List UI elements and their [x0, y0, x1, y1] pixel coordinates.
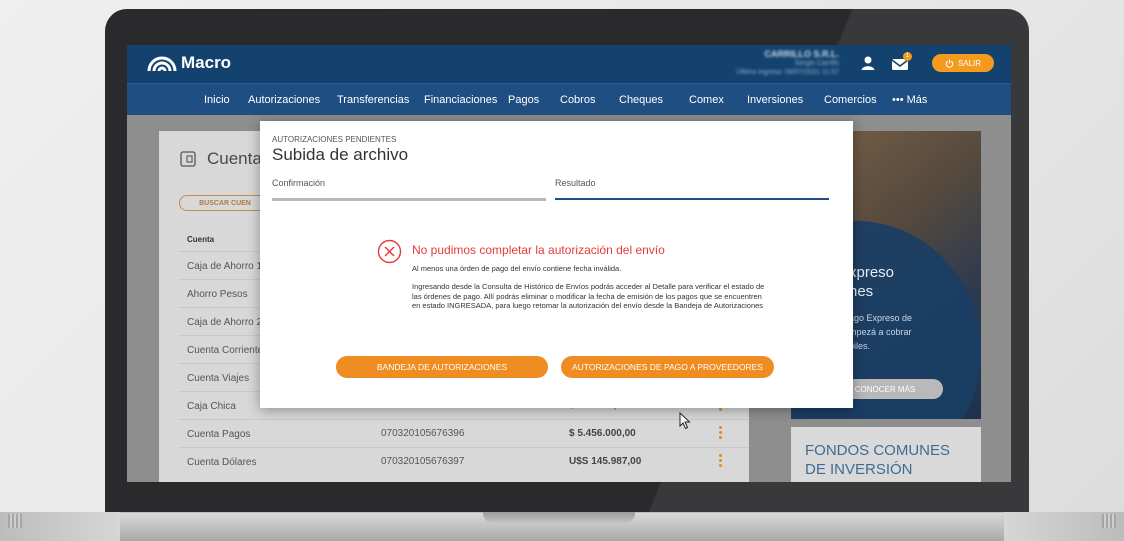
account-balance: $ 5.456.000,00	[569, 428, 636, 439]
promo-description: ago Expreso de mpezá a cobrar biles.	[849, 311, 912, 353]
row-menu-icon[interactable]	[719, 454, 723, 470]
promo-title-line: nes	[849, 283, 874, 300]
nav-item-autorizaciones[interactable]: Autorizaciones	[248, 94, 320, 106]
fondos-title: FONDOS COMUNES DE INVERSIÓN	[805, 441, 950, 479]
step-resultado-bar	[555, 198, 829, 200]
autorizaciones-proveedores-button[interactable]: AUTORIZACIONES DE PAGO A PROVEEDORES	[561, 356, 774, 378]
column-header-cuenta: Cuenta	[187, 235, 215, 244]
nav-item-inicio[interactable]: Inicio	[204, 94, 230, 106]
macro-logo-icon	[147, 56, 177, 72]
upload-result-modal: AUTORIZACIONES PENDIENTES Subida de arch…	[260, 121, 853, 408]
account-number: 070320105676397	[381, 456, 465, 467]
nav-item-cheques[interactable]: Cheques	[619, 94, 663, 106]
power-icon	[945, 58, 954, 68]
user-info: CARRILLO S.R.L. Sergio Carrillo Último i…	[729, 50, 839, 77]
user-icon[interactable]	[859, 54, 877, 72]
table-row[interactable]: Cuenta Pagos 070320105676396 $ 5.456.000…	[179, 419, 749, 447]
account-name: Caja de Ahorro 2	[187, 317, 263, 328]
account-name: Cuenta Viajes	[187, 373, 250, 384]
row-menu-icon[interactable]	[719, 426, 723, 442]
modal-eyebrow: AUTORIZACIONES PENDIENTES	[272, 135, 397, 144]
promo-desc-line: biles.	[849, 341, 871, 351]
promo-title-line: xpreso	[849, 264, 895, 281]
account-icon	[180, 151, 196, 167]
step-confirmacion: Confirmación	[272, 178, 326, 188]
mouse-cursor-icon	[679, 412, 691, 430]
nav-item-comercios[interactable]: Comercios	[824, 94, 877, 106]
buscar-cuenta-button[interactable]: BUSCAR CUEN	[179, 195, 271, 211]
account-balance: U$S 145.987,00	[569, 456, 642, 467]
logout-label: SALIR	[957, 58, 982, 68]
nav-item-financiaciones[interactable]: Financiaciones	[424, 94, 497, 106]
nav-item-comex[interactable]: Comex	[689, 94, 724, 106]
nav-item-inversiones[interactable]: Inversiones	[747, 94, 803, 106]
nav-item-mas[interactable]: ••• Más	[892, 94, 927, 106]
fondos-title-line: DE INVERSIÓN	[805, 461, 913, 478]
nav-item-pagos[interactable]: Pagos	[508, 94, 539, 106]
account-name: Cuenta Pagos	[187, 429, 251, 440]
account-name: Cuenta Corriente	[187, 345, 264, 356]
step-confirmacion-bar	[272, 198, 546, 201]
user-sub: Sergio Carrillo	[794, 60, 839, 67]
logo-text: Macro	[181, 53, 232, 72]
logout-button[interactable]: SALIR	[932, 54, 994, 72]
account-name: Caja Chica	[187, 401, 236, 412]
top-header: Macro CARRILLO S.R.L. Sergio Carrillo Úl…	[127, 45, 1011, 83]
table-row[interactable]: Cuenta Dólares 070320105676397 U$S 145.9…	[179, 447, 749, 475]
step-resultado: Resultado	[555, 178, 596, 188]
promo-desc-line: ago Expreso de	[849, 313, 913, 323]
nav-item-cobros[interactable]: Cobros	[560, 94, 595, 106]
modal-title: Subida de archivo	[272, 145, 409, 164]
device-mockup: Macro CARRILLO S.R.L. Sergio Carrillo Úl…	[0, 0, 1124, 541]
user-last-login: Último ingreso: 09/07/2021 11:57	[736, 69, 839, 76]
error-title: No pudimos completar la autorización del…	[412, 243, 665, 257]
mail-badge: 1	[903, 52, 912, 61]
error-subtitle: Al menos una órden de pago del envío con…	[412, 264, 622, 273]
error-icon	[377, 239, 402, 264]
macro-logo[interactable]: Macro	[147, 53, 231, 73]
bandeja-autorizaciones-button[interactable]: BANDEJA DE AUTORIZACIONES	[336, 356, 548, 378]
account-number: 070320105676396	[381, 428, 465, 439]
fondos-title-line: FONDOS COMUNES	[805, 442, 951, 459]
laptop-notch	[483, 512, 635, 523]
nav-item-transferencias[interactable]: Transferencias	[337, 94, 409, 106]
account-name: Ahorro Pesos	[187, 289, 248, 300]
main-nav: Inicio Autorizaciones Transferencias Fin…	[127, 83, 1011, 115]
promo-desc-line: mpezá a cobrar	[849, 327, 912, 337]
cuentas-heading: Cuentas	[179, 149, 270, 169]
account-name: Caja de Ahorro 1	[187, 261, 263, 272]
fondos-card[interactable]: FONDOS COMUNES DE INVERSIÓN	[791, 427, 981, 482]
account-name: Cuenta Dólares	[187, 457, 257, 468]
promo-title: xpreso nes	[849, 263, 894, 301]
user-name: CARRILLO S.R.L.	[764, 49, 840, 59]
error-description: Ingresando desde la Consulta de Históric…	[412, 282, 765, 310]
screen: Macro CARRILLO S.R.L. Sergio Carrillo Úl…	[127, 45, 1011, 482]
